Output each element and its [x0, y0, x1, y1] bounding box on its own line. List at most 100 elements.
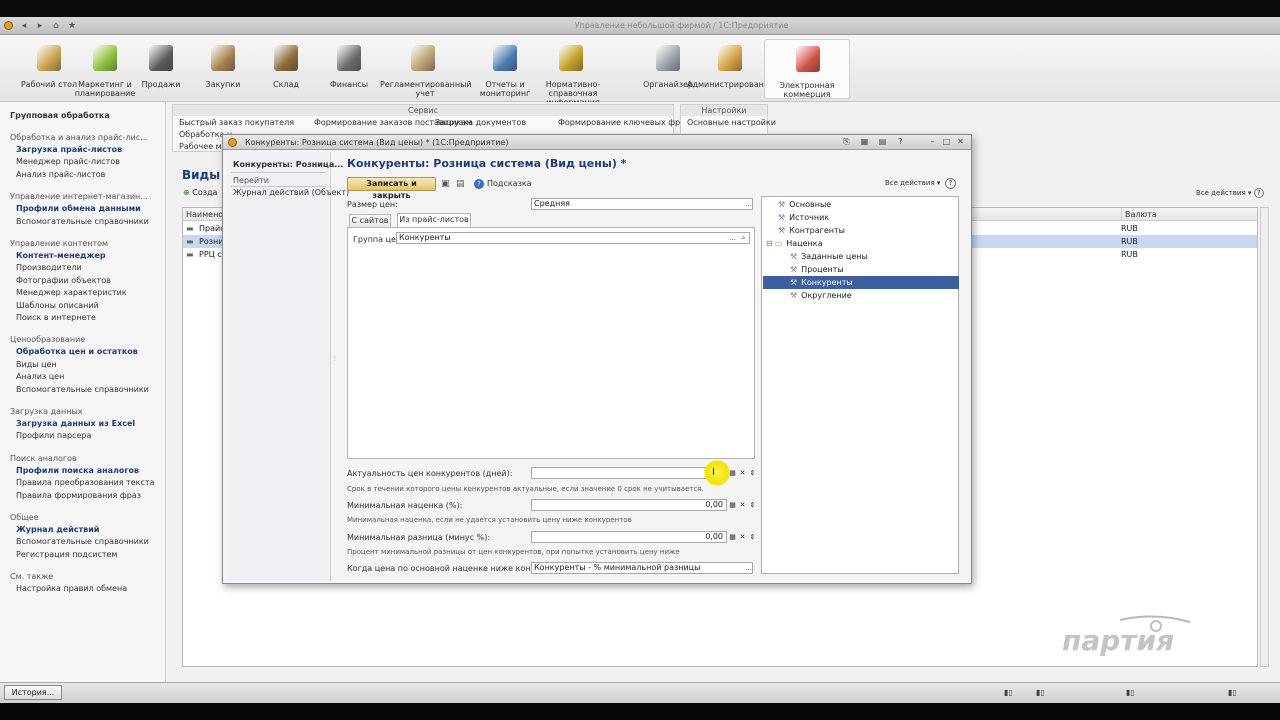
wrench-icon: ⚒ [790, 265, 798, 274]
tab-from-sites[interactable]: С сайтов [349, 214, 391, 227]
settings-tree[interactable]: ⚒ Основные ⚒ Источник ⚒ Контрагенты ⊟ ▭ Нацен… [761, 196, 959, 574]
nav-item[interactable]: Менеджер характеристик [16, 288, 127, 297]
nav-item[interactable]: Регистрация подсистем [16, 550, 117, 559]
spin-icon[interactable]: ⇕ [747, 532, 758, 543]
nav-item[interactable]: Виды цен [16, 360, 57, 369]
table-scrollbar[interactable] [1260, 207, 1269, 667]
section-reference[interactable]: Нормативно-справочная информация [528, 39, 618, 107]
window-tab-icon[interactable]: ▮▯ [1228, 688, 1237, 697]
ellipsis-button[interactable]: … [743, 199, 754, 210]
nav-item[interactable]: Профили обмена данными [16, 204, 141, 213]
tree-item-competitors[interactable]: ⚒ Конкуренты [763, 276, 959, 289]
section-accounting[interactable]: Регламентированный учет [380, 39, 472, 99]
desk-icon [37, 45, 61, 71]
tree-item-set-prices[interactable]: ⚒ Заданные цены [790, 250, 868, 263]
tree-item-counterparties[interactable]: ⚒ Контрагенты [778, 224, 845, 237]
history-button[interactable]: История... [4, 685, 62, 700]
settings-caption: Настройки [681, 105, 767, 116]
service-item-load-docs[interactable]: Загрузка документов [435, 118, 526, 127]
nav-item[interactable]: Загрузка данных из Excel [16, 419, 135, 428]
nav-item[interactable]: Вспомогательные справочники [16, 537, 149, 546]
list-icon[interactable]: ▤ [456, 179, 465, 189]
search-icon[interactable]: ⌕ [738, 233, 749, 244]
tree-item-rounding[interactable]: ⚒ Округление [790, 289, 852, 302]
help-icon[interactable]: ? [945, 178, 956, 189]
tree-item-source[interactable]: ⚒ Источник [778, 211, 829, 224]
spin-icon[interactable]: ⇕ [747, 468, 758, 479]
section-admin[interactable]: Администрирование [687, 39, 774, 99]
price-size-field[interactable]: Средняя [531, 198, 753, 210]
nav-item[interactable]: Поиск в интернете [16, 313, 96, 322]
min-markup-field[interactable]: 0,00 [531, 499, 727, 511]
nav-divider [231, 172, 326, 173]
price-group-field[interactable]: Конкуренты [396, 232, 750, 244]
min-diff-note: Процент минимальной разницы от цен конку… [347, 548, 680, 556]
window-tab-icon[interactable]: ▮▯ [1036, 688, 1045, 697]
calc-icon[interactable]: ▦ [859, 137, 870, 147]
close-icon[interactable]: ✕ [955, 137, 966, 147]
nav-item[interactable]: Контент-менеджер [16, 251, 106, 260]
nav-group-title: Поиск аналогов [10, 453, 77, 463]
service-item-quick-order[interactable]: Быстрый заказ покупателя [179, 118, 294, 127]
help-icon[interactable]: ? [1253, 188, 1264, 198]
spin-icon[interactable]: ⇕ [747, 500, 758, 511]
nav-item[interactable]: Настройка правил обмена [16, 584, 127, 593]
nav-item[interactable]: Профили поиска аналогов [16, 466, 139, 475]
save-icon[interactable]: ▣ [441, 179, 450, 189]
forward-icon[interactable]: ▸ [35, 21, 45, 31]
bg-all-actions-button[interactable]: Все действия ▾ ? [1196, 188, 1264, 198]
ellipsis-button[interactable]: … [727, 233, 738, 244]
nav-item[interactable]: Шаблоны описаний [16, 301, 99, 310]
dialog-titlebar[interactable]: Конкуренты: Розница система (Вид цены) *… [223, 135, 971, 150]
nav-item[interactable]: Обработка цен и остатков [16, 347, 138, 356]
favorite-icon[interactable]: ★ [67, 21, 77, 31]
nav-item[interactable]: Менеджер прайс-листов [16, 157, 120, 166]
collapse-icon[interactable]: ⊟ [766, 239, 773, 248]
nav-group-processing[interactable]: Групповая обработка [10, 111, 110, 120]
nav-item[interactable]: Анализ прайс-листов [16, 170, 105, 179]
nav-group-title: См. также [10, 572, 54, 582]
nav-item[interactable]: Вспомогательные справочники [16, 217, 149, 226]
tree-item-percents[interactable]: ⚒ Проценты [790, 263, 844, 276]
nav-action-log[interactable]: Журнал действий (Объект) [233, 188, 349, 197]
ellipsis-button[interactable]: … [743, 563, 754, 574]
nav-item[interactable]: Правила преобразования текста [16, 478, 154, 487]
window-tab-icon[interactable]: ▮▯ [1126, 688, 1135, 697]
tree-item-main[interactable]: ⚒ Основные [778, 198, 831, 211]
col-currency-header[interactable]: Валюта [1121, 208, 1157, 221]
service-caption: Сервис [173, 105, 673, 116]
nav-title: Конкуренты: Розница... [233, 160, 344, 169]
back-icon[interactable]: ◂ [19, 21, 29, 31]
settings-item-main[interactable]: Основные настройки [687, 118, 776, 127]
nav-item[interactable]: Загрузка прайс-листов [16, 145, 122, 154]
nav-item[interactable]: Правила формирования фраз [16, 491, 141, 500]
help-icon[interactable]: ? [895, 137, 906, 147]
minimize-icon[interactable]: – [927, 137, 938, 147]
nav-item[interactable]: Фотографии объектов [16, 276, 111, 285]
section-ecommerce[interactable]: Электронная коммерция [764, 39, 850, 99]
window-tab-icon[interactable]: ▮▯ [1004, 688, 1013, 697]
nav-item[interactable]: Профили парсера [16, 431, 91, 440]
home-icon[interactable]: ⌂ [51, 21, 61, 31]
maximize-icon[interactable]: □ [941, 137, 952, 147]
service-item-keywords[interactable]: Формирование ключевых фраз [558, 118, 689, 127]
save-close-button[interactable]: Записать и закрыть [347, 177, 436, 200]
tab-from-pricelists[interactable]: Из прайс-листов [397, 213, 471, 227]
min-diff-field[interactable]: 0,00 [531, 531, 727, 543]
nav-item[interactable]: Производители [16, 263, 82, 272]
nav-item[interactable]: Вспомогательные справочники [16, 385, 149, 394]
link-icon[interactable]: ⎘ [841, 137, 852, 147]
calendar-icon[interactable]: ▤ [877, 137, 888, 147]
dialog-all-actions-button[interactable]: Все действия ▾ [885, 179, 940, 187]
nav-item[interactable]: Анализ цен [16, 372, 64, 381]
create-button[interactable]: ⊕ Созда [183, 188, 217, 197]
relevance-field[interactable] [531, 467, 727, 479]
when-lower-field[interactable]: Конкуренты - % минимальной разницы [531, 562, 753, 574]
nav-item[interactable]: Журнал действий [16, 525, 99, 534]
relevance-label: Актуальность цен конкурентов (дней): [347, 469, 513, 478]
hint-button[interactable]: Подсказка [487, 179, 532, 188]
hint-icon[interactable]: ? [474, 179, 484, 189]
wrench-icon: ⚒ [778, 200, 786, 209]
tree-item-markup[interactable]: ⊟ ▭ Наценка [766, 237, 823, 250]
min-markup-label: Минимальная наценка (%): [347, 501, 463, 510]
